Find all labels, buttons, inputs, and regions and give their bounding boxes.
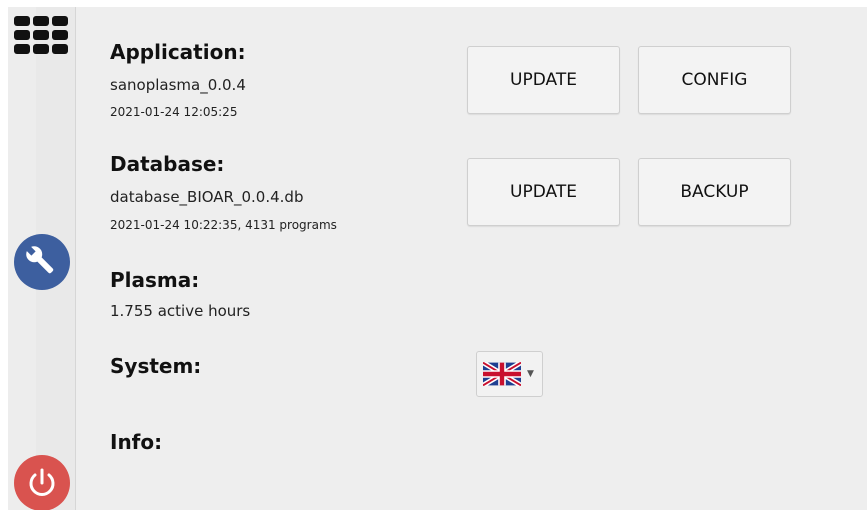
language-select[interactable]: ▼ bbox=[476, 351, 543, 397]
grid-cell bbox=[33, 16, 49, 26]
grid-cell bbox=[14, 16, 30, 26]
grid-cell bbox=[14, 44, 30, 54]
backup-button[interactable]: BACKUP bbox=[638, 158, 791, 226]
chevron-down-icon: ▼ bbox=[527, 369, 534, 379]
grid-cell bbox=[52, 16, 68, 26]
plasma-title: Plasma: bbox=[110, 268, 200, 292]
wrench-icon bbox=[25, 245, 54, 274]
system-title: System: bbox=[110, 354, 202, 378]
grid-cell bbox=[52, 30, 68, 40]
uk-flag-icon bbox=[483, 362, 521, 386]
db-update-button[interactable]: UPDATE bbox=[467, 158, 620, 226]
config-button[interactable]: CONFIG bbox=[638, 46, 791, 114]
info-title: Info: bbox=[110, 430, 163, 454]
app-update-button[interactable]: UPDATE bbox=[467, 46, 620, 114]
grid-cell bbox=[33, 44, 49, 54]
grid-cell bbox=[52, 44, 68, 54]
power-button[interactable] bbox=[14, 455, 70, 510]
database-title: Database: bbox=[110, 152, 225, 176]
application-timestamp: 2021-01-24 12:05:25 bbox=[110, 105, 238, 119]
database-details: 2021-01-24 10:22:35, 4131 programs bbox=[110, 218, 337, 232]
settings-button[interactable] bbox=[14, 234, 70, 290]
power-icon bbox=[29, 468, 55, 496]
grid-menu-icon[interactable] bbox=[14, 16, 70, 56]
application-name: sanoplasma_0.0.4 bbox=[110, 76, 246, 94]
application-title: Application: bbox=[110, 40, 246, 64]
grid-cell bbox=[14, 30, 30, 40]
grid-cell bbox=[33, 30, 49, 40]
database-name: database_BIOAR_0.0.4.db bbox=[110, 188, 304, 206]
plasma-hours: 1.755 active hours bbox=[110, 302, 251, 320]
